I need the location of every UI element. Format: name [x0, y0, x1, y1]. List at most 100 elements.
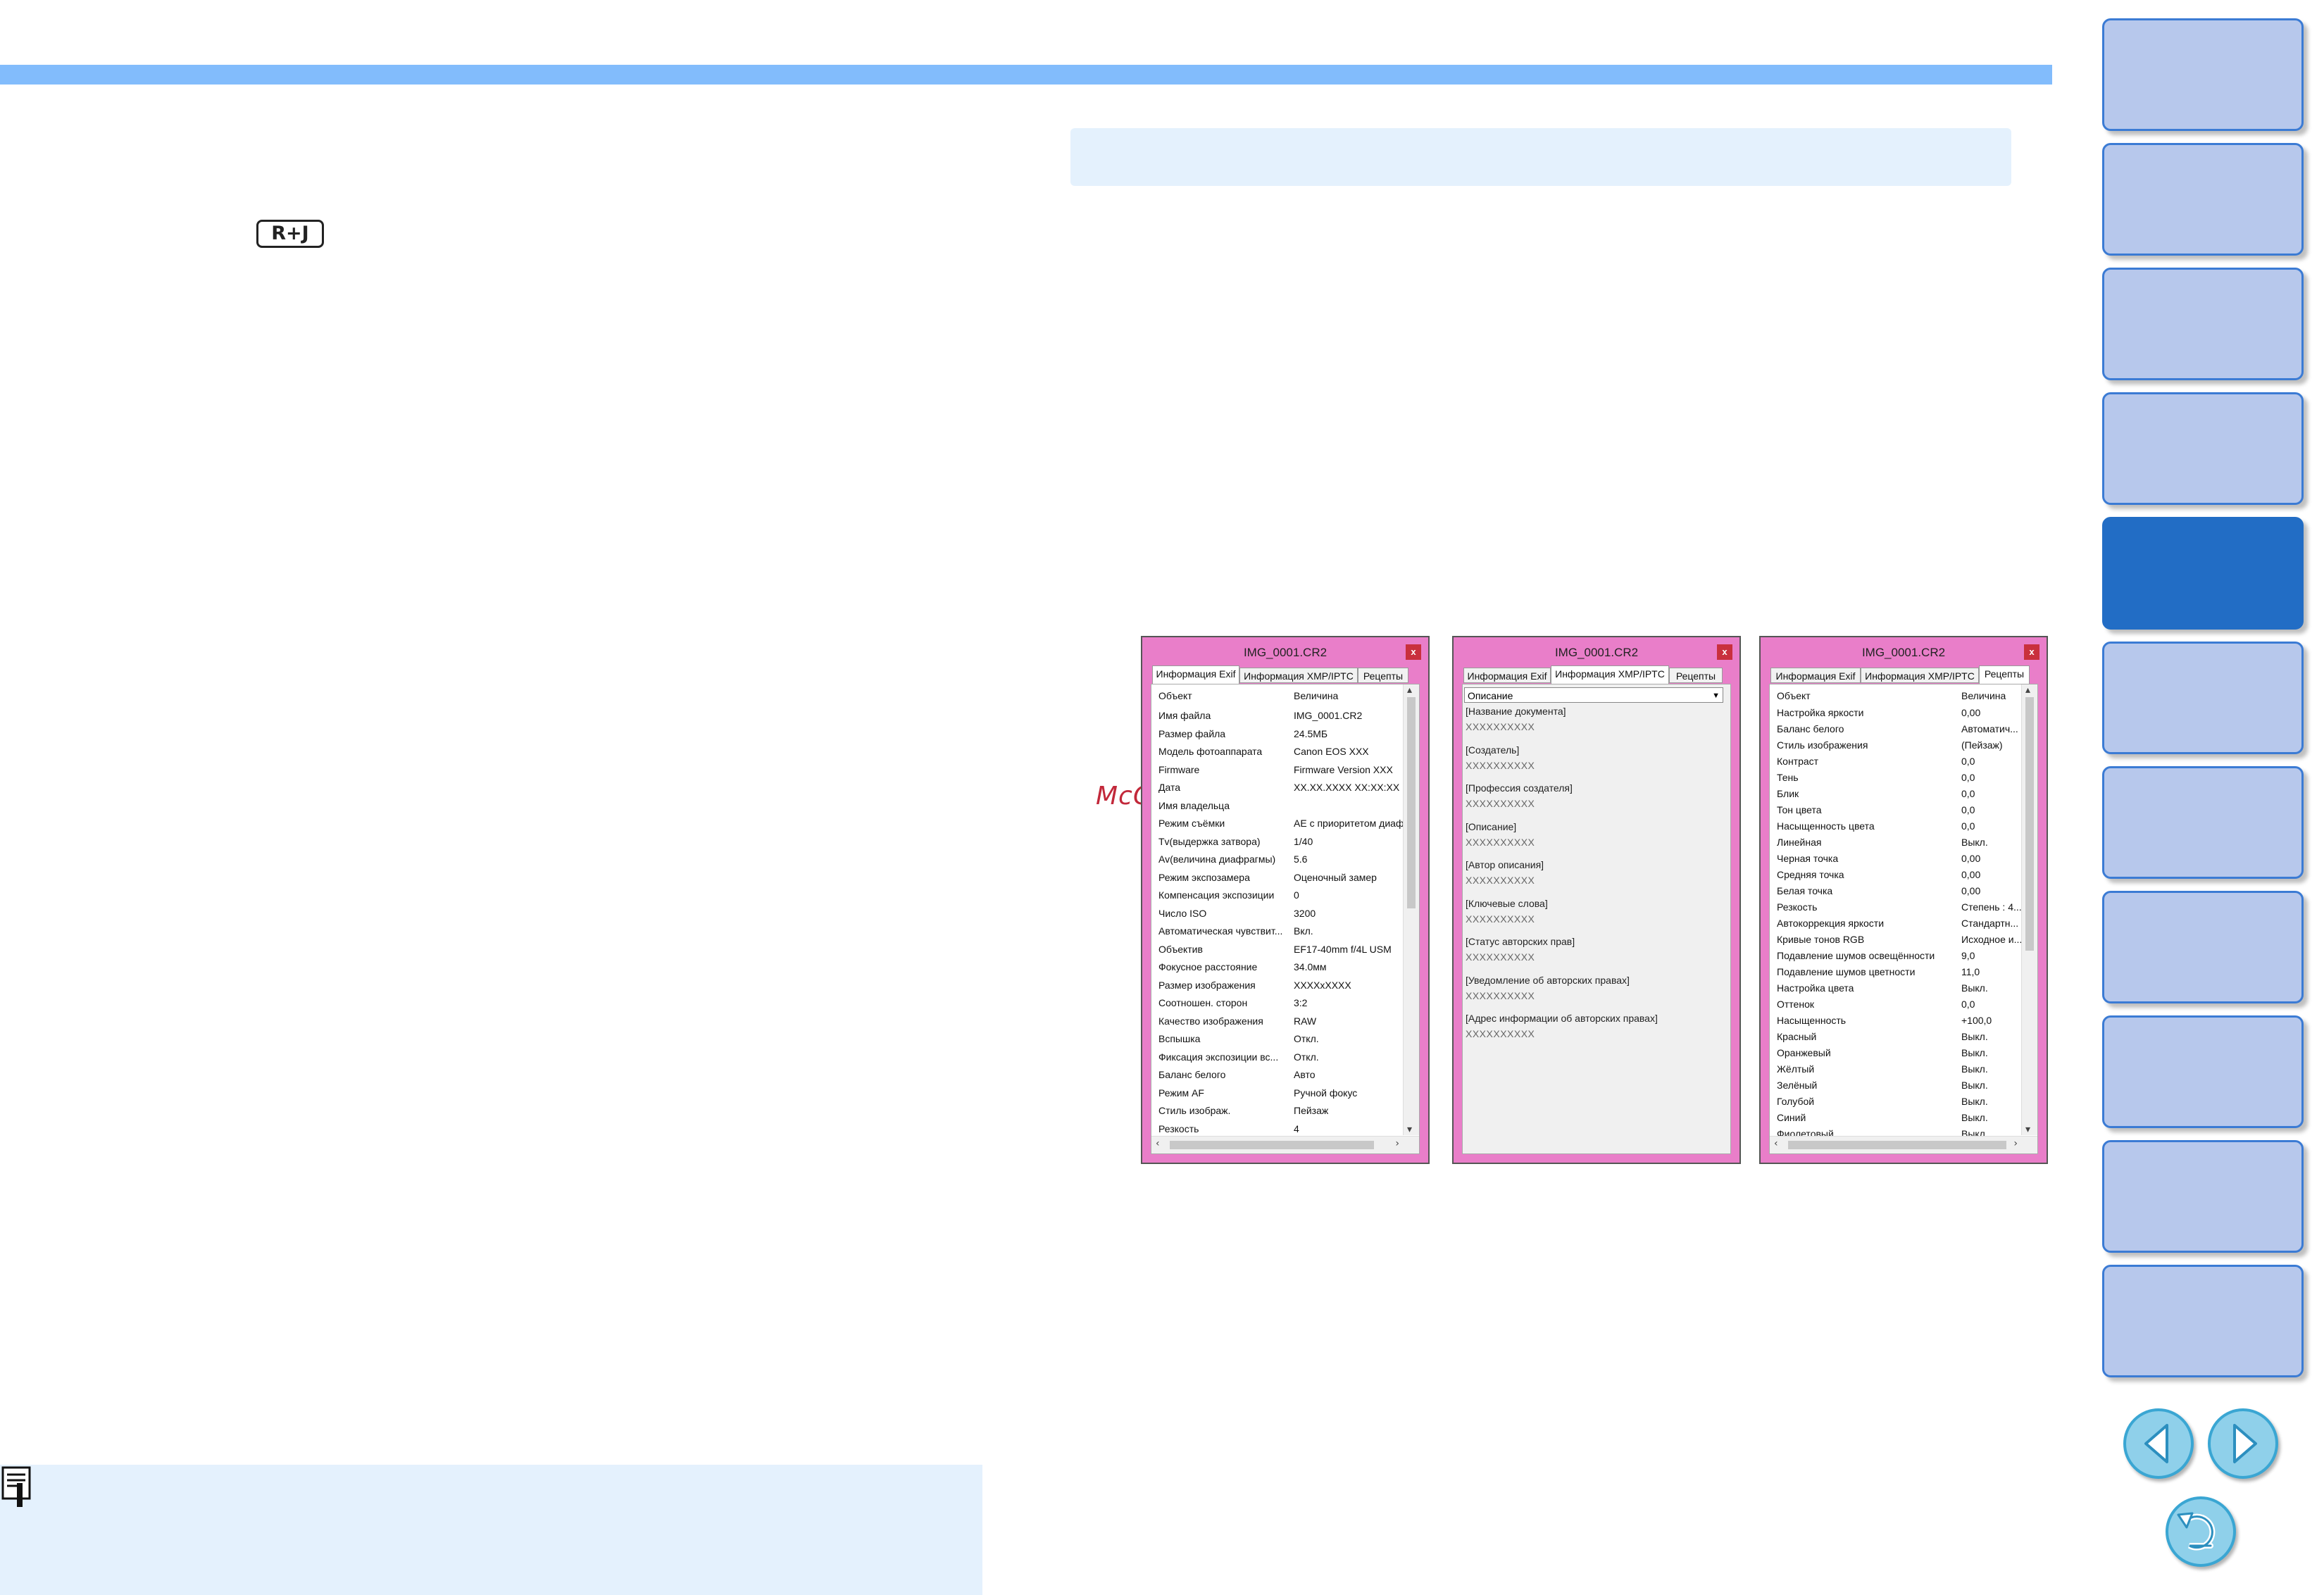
prev-page-button[interactable] [2123, 1408, 2194, 1479]
table-row[interactable]: Средняя точка 0,00 [1777, 869, 2016, 887]
scroll-down-icon[interactable]: ▾ [1407, 1124, 1412, 1135]
close-button[interactable]: x [1717, 644, 1732, 660]
table-row[interactable]: Подавление шумов цветности 11,0 [1777, 966, 2016, 984]
table-row[interactable]: Режим экспозамера Оценочный замер [1158, 872, 1398, 889]
table-row[interactable]: Tv(выдержка затвора) 1/40 [1158, 836, 1398, 853]
table-row[interactable]: Оттенок 0,0 [1777, 999, 2016, 1016]
tab-exif[interactable]: Информация Exif [1463, 668, 1551, 683]
table-row[interactable]: Подавление шумов освещённости 9,0 [1777, 950, 2016, 968]
horizontal-scrollbar[interactable]: ‹ › [1770, 1136, 2037, 1153]
table-row[interactable]: Av(величина диафрагмы) 5.6 [1158, 853, 1398, 871]
sidebar-button-9[interactable] [2102, 1015, 2304, 1128]
scroll-left-icon[interactable]: ‹ [1774, 1138, 1778, 1149]
vertical-scrollbar[interactable]: ▴ ▾ [2021, 684, 2037, 1135]
table-row[interactable]: Красный Выкл. [1777, 1031, 2016, 1049]
arrow-right-icon [2233, 1424, 2257, 1463]
sidebar-button-5[interactable] [2102, 517, 2304, 630]
sidebar-button-3[interactable] [2102, 268, 2304, 380]
table-row[interactable]: Кривые тонов RGB Исходное и... [1777, 934, 2022, 951]
row-key: Режим AF [1158, 1087, 1204, 1099]
scroll-up-icon[interactable]: ▴ [1407, 684, 1412, 696]
return-button[interactable] [2166, 1496, 2236, 1567]
table-row[interactable]: Стиль изображения (Пейзаж) [1777, 739, 2016, 757]
scroll-right-icon[interactable]: › [2013, 1138, 2018, 1149]
table-row[interactable]: Блик 0,0 [1777, 788, 2016, 806]
table-row[interactable]: Зелёный Выкл. [1777, 1080, 2016, 1097]
table-row[interactable]: Автокоррекция яркости Стандартн... [1777, 918, 2018, 935]
tab-recipes[interactable]: Рецепты [1358, 668, 1408, 683]
table-row[interactable]: Объектив EF17-40mm f/4L USM [1158, 944, 1398, 961]
table-row[interactable]: Оранжевый Выкл. [1777, 1047, 2016, 1065]
table-row[interactable]: Баланс белого Авто [1158, 1069, 1398, 1087]
tab-exif[interactable]: Информация Exif [1152, 665, 1239, 684]
sidebar-button-8[interactable] [2102, 891, 2304, 1003]
sidebar-button-6[interactable] [2102, 642, 2304, 754]
scroll-up-icon[interactable]: ▴ [2025, 684, 2030, 696]
table-row[interactable]: Линейная Выкл. [1777, 837, 2016, 854]
table-row[interactable]: Компенсация экспозиции 0 [1158, 889, 1398, 907]
table-row[interactable]: Имя владельца [1158, 800, 1398, 818]
table-row[interactable]: Firmware Firmware Version XXX [1158, 764, 1398, 782]
tab-xmp[interactable]: Информация XMP/IPTC [1551, 665, 1669, 684]
scroll-thumb[interactable] [1788, 1141, 2006, 1149]
sidebar-button-7[interactable] [2102, 766, 2304, 879]
table-row[interactable]: Резкость Степень : 4... [1777, 901, 2022, 919]
table-row[interactable]: Синий Выкл. [1777, 1112, 2016, 1130]
scroll-thumb[interactable] [1170, 1141, 1374, 1149]
table-row[interactable]: Насыщенность цвета 0,0 [1777, 820, 2016, 838]
table-row[interactable]: Тень 0,0 [1777, 772, 2016, 789]
table-row[interactable]: Насыщенность +100,0 [1777, 1015, 2016, 1032]
tab-xmp[interactable]: Информация XMP/IPTC [1861, 668, 1979, 683]
table-row[interactable]: Соотношен. сторон 3:2 [1158, 997, 1398, 1015]
tab-exif[interactable]: Информация Exif [1770, 668, 1861, 683]
table-row[interactable]: Число ISO 3200 [1158, 908, 1398, 925]
table-row[interactable]: Режим AF Ручной фокус [1158, 1087, 1398, 1105]
field-label: [Уведомление об авторских правах] [1466, 974, 1630, 986]
scroll-thumb[interactable] [2025, 697, 2034, 951]
table-row[interactable]: Настройка яркости 0,00 [1777, 707, 2016, 725]
scroll-thumb[interactable] [1407, 697, 1416, 908]
table-row[interactable]: Фокусное расстояние 34.0мм [1158, 961, 1398, 979]
tab-recipes[interactable]: Рецепты [1669, 668, 1723, 683]
table-row[interactable]: Дата XX.XX.XXXX XX:XX:XX [1158, 782, 1399, 799]
sidebar-button-4[interactable] [2102, 392, 2304, 505]
sidebar-button-10[interactable] [2102, 1140, 2304, 1253]
next-page-button[interactable] [2208, 1408, 2278, 1479]
tab-recipes[interactable]: Рецепты [1979, 665, 2030, 684]
scroll-right-icon[interactable]: › [1395, 1138, 1399, 1149]
table-row[interactable]: Черная точка 0,00 [1777, 853, 2016, 870]
table-row[interactable]: Размер изображения XXXXxXXXX [1158, 980, 1398, 997]
category-select[interactable]: Описание ▼ [1464, 687, 1723, 703]
row-key: Блик [1777, 788, 1799, 799]
table-row[interactable]: Баланс белого Автоматич... [1777, 723, 2018, 741]
sidebar-button-1[interactable] [2102, 18, 2304, 131]
table-row[interactable]: Имя файла IMG_0001.CR2 [1158, 710, 1398, 727]
table-row[interactable]: Тон цвета 0,0 [1777, 804, 2016, 822]
horizontal-scrollbar[interactable]: ‹ › [1151, 1136, 1419, 1153]
table-row[interactable]: Белая точка 0,00 [1777, 885, 2016, 903]
sidebar-button-2[interactable] [2102, 143, 2304, 256]
table-row[interactable]: Модель фотоаппарата Canon EOS XXX [1158, 746, 1398, 763]
table-row[interactable]: Качество изображения RAW [1158, 1015, 1398, 1033]
sidebar-button-11[interactable] [2102, 1265, 2304, 1377]
vertical-scrollbar[interactable]: ▴ ▾ [1403, 684, 1419, 1135]
scroll-down-icon[interactable]: ▾ [2025, 1124, 2030, 1135]
table-row[interactable]: Настройка цвета Выкл. [1777, 982, 2016, 1000]
row-key: Tv(выдержка затвора) [1158, 835, 1261, 847]
close-button[interactable]: x [1406, 644, 1421, 660]
table-row[interactable]: Вспышка Откл. [1158, 1033, 1398, 1051]
table-row[interactable]: Размер файла 24.5МБ [1158, 728, 1398, 746]
table-row[interactable]: Режим съёмки AE с приоритетом диафр. [1158, 818, 1406, 835]
table-row[interactable]: Автоматическая чувствит... Вкл. [1158, 925, 1398, 943]
table-row[interactable]: Голубой Выкл. [1777, 1096, 2016, 1113]
close-button[interactable]: x [2024, 644, 2039, 660]
scroll-left-icon[interactable]: ‹ [1156, 1138, 1160, 1149]
tab-xmp[interactable]: Информация XMP/IPTC [1239, 668, 1358, 683]
table-row[interactable]: Контраст 0,0 [1777, 756, 2016, 773]
row-key: Резкость [1158, 1122, 1199, 1134]
table-row[interactable]: Стиль изображ. Пейзаж [1158, 1105, 1398, 1122]
table-row[interactable]: Жёлтый Выкл. [1777, 1063, 2016, 1081]
table-row[interactable]: Фиксация экспозиции вс... Откл. [1158, 1051, 1398, 1069]
row-key: Объектив [1158, 943, 1203, 955]
list-item: [Ключевые слова] XXXXXXXXXX [1466, 898, 1548, 929]
